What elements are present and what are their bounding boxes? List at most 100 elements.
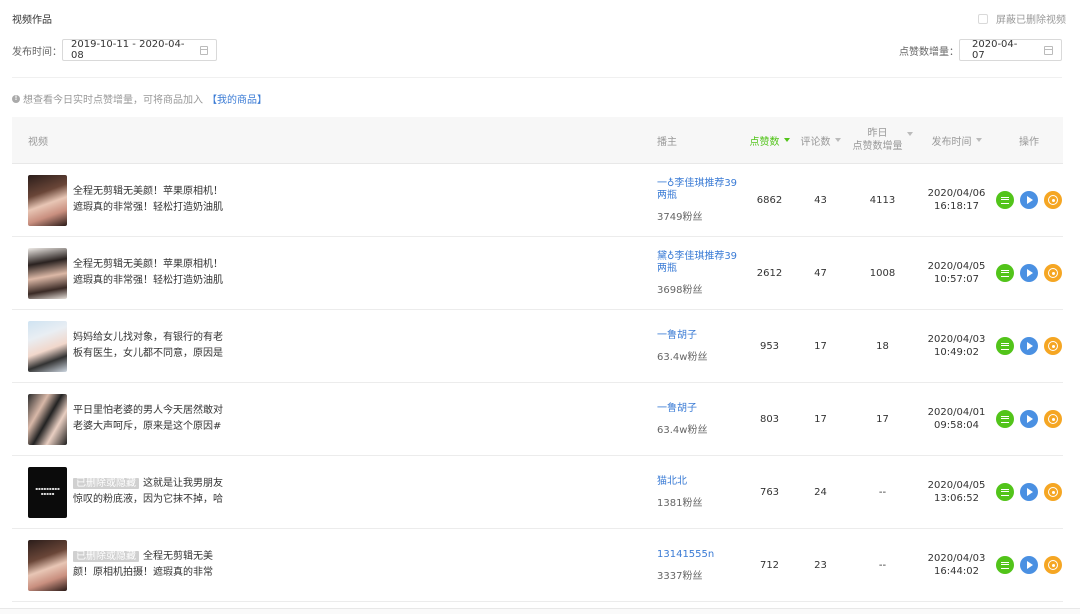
publish-time: 2020/04/05 10:57:07 <box>918 260 995 286</box>
video-thumbnail[interactable] <box>28 247 67 299</box>
monitor-button[interactable] <box>1044 483 1062 501</box>
video-description[interactable]: 妈妈给女儿找对象，有银行的有老板有医生，女儿都不同意，原因是#婚... <box>73 330 231 362</box>
publish-time-filter: 发布时间： 2019-10-11 - 2020-04-08 <box>12 39 217 61</box>
list-icon <box>1001 269 1009 277</box>
anchor-link[interactable]: 一♁李佳琪推荐39两瓶 <box>657 178 743 202</box>
yday-likes-value: 18 <box>876 340 889 352</box>
play-button[interactable] <box>1020 410 1038 428</box>
play-button[interactable] <box>1020 264 1038 282</box>
video-description[interactable]: 平日里怕老婆的男人今天居然敢对老婆大声呵斥，原来是这个原因#婚姻... <box>73 403 231 435</box>
header-yday-sort[interactable]: 昨日 点赞数增量 <box>847 127 918 153</box>
table-row: 全程无剪辑无美颜！苹果原相机！遮瑕真的非常强！轻松打造奶油肌伪... 黛♁李佳琪… <box>12 237 1063 310</box>
publish-clock: 10:49:02 <box>934 347 979 358</box>
header-video: 视频 <box>28 136 48 148</box>
ops-cell <box>995 556 1063 574</box>
video-cell[interactable]: 平日里怕老婆的男人今天居然敢对老婆大声呵斥，原来是这个原因#婚姻... <box>12 393 643 445</box>
video-cell[interactable]: 全程无剪辑无美颜！苹果原相机！遮瑕真的非常强！轻松打造奶油肌伪... <box>12 174 643 226</box>
anchor-cell: 一♁李佳琪推荐39两瓶 3749粉丝 <box>643 178 745 223</box>
monitor-button[interactable] <box>1044 264 1062 282</box>
video-cell[interactable]: 全程无剪辑无美颜！苹果原相机！遮瑕真的非常强！轻松打造奶油肌伪... <box>12 247 643 299</box>
fans-count: 63.4w粉丝 <box>657 351 708 363</box>
monitor-button[interactable] <box>1044 337 1062 355</box>
comments-value: 24 <box>814 486 827 498</box>
page-title: 视频作品 <box>12 15 52 26</box>
yday-likes-value: 17 <box>876 413 889 425</box>
video-description[interactable]: 全程无剪辑无美颜！苹果原相机！遮瑕真的非常强！轻松打造奶油肌伪... <box>73 257 231 289</box>
header-anchor: 播主 <box>657 136 677 148</box>
publish-time: 2020/04/05 13:06:52 <box>918 479 995 505</box>
play-icon <box>1027 415 1033 423</box>
video-thumbnail[interactable] <box>28 393 67 445</box>
fans-count: 1381粉丝 <box>657 497 703 509</box>
header-comments-sort[interactable]: 评论数 <box>794 133 847 148</box>
table-row: ▪▪▪▪▪▪▪▪▪ ▪▪▪▪▪ 已删除或隐藏 这就是让我男朋友惊叹的粉底液，因为它抹… <box>12 456 1063 529</box>
likes-value: 803 <box>759 413 780 425</box>
divider <box>12 77 1062 78</box>
target-icon <box>1048 341 1058 351</box>
publish-clock: 13:06:52 <box>934 493 979 504</box>
anchor-link[interactable]: 一鲁胡子 <box>657 403 743 415</box>
likes-value: 2612 <box>756 267 783 279</box>
play-button[interactable] <box>1020 337 1038 355</box>
list-icon <box>1001 196 1009 204</box>
likes-date-picker[interactable]: 2020-04-07 <box>959 39 1062 61</box>
detail-button[interactable] <box>996 556 1014 574</box>
video-description[interactable]: 全程无剪辑无美颜！苹果原相机！遮瑕真的非常强！轻松打造奶油肌伪... <box>73 184 231 216</box>
table-row: 全程无剪辑无美颜！苹果原相机！遮瑕真的非常强！轻松打造奶油肌伪... 一♁李佳琪… <box>12 164 1063 237</box>
anchor-link[interactable]: 一鲁胡子 <box>657 330 743 342</box>
play-icon <box>1027 488 1033 496</box>
publish-date: 2020/04/03 <box>927 553 986 564</box>
my-products-link[interactable]: 【我的商品】 <box>207 91 267 106</box>
monitor-button[interactable] <box>1044 191 1062 209</box>
target-icon <box>1048 414 1058 424</box>
yday-likes-value: 1008 <box>869 267 896 279</box>
video-thumbnail[interactable]: ▪▪▪▪▪▪▪▪▪ ▪▪▪▪▪ <box>28 466 67 518</box>
fans-count: 63.4w粉丝 <box>657 424 708 436</box>
list-icon <box>1001 561 1009 569</box>
hide-deleted-label: 屏蔽已删除视频 <box>996 15 1066 26</box>
detail-button[interactable] <box>996 264 1014 282</box>
detail-button[interactable] <box>996 191 1014 209</box>
anchor-link[interactable]: 黛♁李佳琪推荐39两瓶 <box>657 251 743 275</box>
likes-value: 953 <box>759 340 780 352</box>
hide-deleted-toggle[interactable]: 屏蔽已删除视频 <box>978 11 1066 26</box>
play-button[interactable] <box>1020 556 1038 574</box>
hide-deleted-checkbox[interactable] <box>978 13 988 24</box>
monitor-button[interactable] <box>1044 556 1062 574</box>
tip-text: 想查看今日实时点赞增量，可将商品加入 <box>23 95 203 106</box>
sort-down-icon <box>834 138 841 142</box>
table-row: 平日里怕老婆的男人今天居然敢对老婆大声呵斥，原来是这个原因#婚姻... 一鲁胡子… <box>12 383 1063 456</box>
video-cell[interactable]: 已删除或隐藏全程无剪辑无美颜！原相机拍摄！遮瑕真的非常强！轻... <box>12 539 643 591</box>
monitor-button[interactable] <box>1044 410 1062 428</box>
video-thumbnail[interactable] <box>28 539 67 591</box>
video-cell[interactable]: 妈妈给女儿找对象，有银行的有老板有医生，女儿都不同意，原因是#婚... <box>12 320 643 372</box>
ops-cell <box>995 264 1063 282</box>
publish-time: 2020/04/03 16:44:02 <box>918 552 995 578</box>
play-button[interactable] <box>1020 483 1038 501</box>
table-header: 视频 播主 点赞数 评论数 昨日 点赞数增量 发布时间 操作 <box>12 117 1063 164</box>
detail-button[interactable] <box>996 337 1014 355</box>
video-cell[interactable]: ▪▪▪▪▪▪▪▪▪ ▪▪▪▪▪ 已删除或隐藏 这就是让我男朋友惊叹的粉底液，因为它抹… <box>12 466 643 518</box>
video-thumbnail[interactable] <box>28 174 67 226</box>
detail-button[interactable] <box>996 410 1014 428</box>
ops-cell <box>995 191 1063 209</box>
play-icon <box>1027 561 1033 569</box>
publish-date: 2020/04/03 <box>927 334 986 345</box>
fans-count: 3698粉丝 <box>657 284 703 296</box>
play-button[interactable] <box>1020 191 1038 209</box>
header-likes-sort[interactable]: 点赞数 <box>745 133 794 148</box>
anchor-link[interactable]: 猫北北 <box>657 476 743 488</box>
video-thumbnail[interactable] <box>28 320 67 372</box>
publish-time: 2020/04/06 16:18:17 <box>918 187 995 213</box>
video-description[interactable]: 已删除或隐藏全程无剪辑无美颜！原相机拍摄！遮瑕真的非常强！轻... <box>73 549 231 581</box>
play-icon <box>1027 269 1033 277</box>
anchor-cell: 一鲁胡子 63.4w粉丝 <box>643 330 745 363</box>
header-publish-time-sort[interactable]: 发布时间 <box>918 133 995 148</box>
play-icon <box>1027 342 1033 350</box>
detail-button[interactable] <box>996 483 1014 501</box>
video-description[interactable]: 已删除或隐藏这就是让我男朋友惊叹的粉底液，因为它抹不掉，哈哈... <box>73 476 231 508</box>
publish-range-picker[interactable]: 2019-10-11 - 2020-04-08 <box>62 39 217 61</box>
calendar-icon <box>199 45 208 55</box>
ops-cell <box>995 483 1063 501</box>
anchor-link[interactable]: 13141555n <box>657 549 743 561</box>
